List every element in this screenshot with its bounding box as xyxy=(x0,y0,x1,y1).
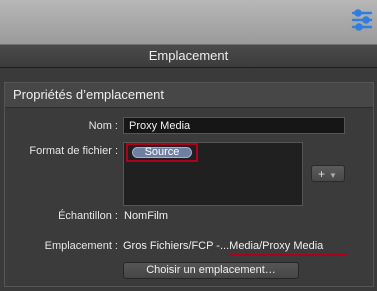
add-token-button[interactable]: + ▼ xyxy=(311,165,345,182)
panel-heading: Propriétés d’emplacement xyxy=(5,83,373,108)
location-label: Emplacement : xyxy=(44,240,118,252)
name-field[interactable]: Proxy Media xyxy=(123,117,345,134)
sample-label: Échantillon : xyxy=(58,210,118,222)
sample-value: NomFilm xyxy=(124,210,168,222)
top-toolbar xyxy=(0,0,377,45)
choose-location-button[interactable]: Choisir un emplacement… xyxy=(123,262,299,279)
add-token-label: + xyxy=(318,167,326,181)
settings-sliders-icon[interactable] xyxy=(351,8,373,32)
source-token[interactable]: Source xyxy=(132,147,192,158)
location-path-suffix: ...Media/Proxy Media xyxy=(219,240,324,252)
name-label: Nom : xyxy=(88,120,118,132)
source-token-highlight: Source xyxy=(126,143,198,162)
location-highlight-underline xyxy=(230,254,347,256)
chevron-down-icon: ▼ xyxy=(329,171,337,180)
location-path-prefix: Gros Fichiers/FCP - xyxy=(123,240,220,252)
file-format-label: Format de fichier : xyxy=(29,145,118,157)
location-path: Gros Fichiers/FCP -...Media/Proxy Media xyxy=(123,240,323,252)
window-title: Emplacement xyxy=(0,45,377,68)
